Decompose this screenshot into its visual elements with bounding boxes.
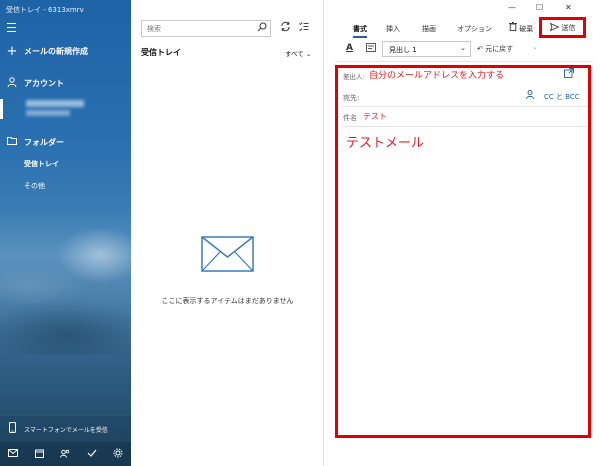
settings-icon[interactable] bbox=[110, 448, 126, 460]
to-divider bbox=[342, 106, 588, 107]
undo-icon: ↶ bbox=[477, 45, 483, 53]
sync-icon[interactable] bbox=[280, 21, 291, 35]
folder-item-inbox[interactable]: 受信トレイ bbox=[24, 159, 59, 169]
maximize-icon[interactable]: ☐ bbox=[536, 3, 543, 12]
text-format-icon[interactable]: A bbox=[346, 43, 353, 53]
discard-button[interactable]: 破棄 bbox=[509, 22, 533, 34]
message-body[interactable]: テストメール bbox=[346, 132, 424, 151]
background-image bbox=[0, 215, 131, 355]
search-input[interactable] bbox=[147, 23, 252, 35]
to-field[interactable] bbox=[359, 90, 519, 103]
current-folder-title: 受信トレイ bbox=[141, 48, 181, 57]
toolbar-divider bbox=[335, 61, 593, 62]
folder-item-other[interactable]: その他 bbox=[24, 181, 45, 191]
todo-icon[interactable] bbox=[84, 449, 100, 459]
window-title: 受信トレイ - 6313xmrv bbox=[6, 6, 84, 14]
get-mail-on-phone-button[interactable]: スマートフォンでメールを受信 bbox=[0, 416, 131, 442]
subject-divider bbox=[342, 126, 588, 127]
undo-label: 元に戻す bbox=[485, 45, 514, 53]
filter-dropdown[interactable]: すべて ⌄ bbox=[285, 48, 311, 58]
subject-label: 件名 bbox=[343, 114, 357, 122]
calendar-icon[interactable] bbox=[31, 449, 47, 460]
send-icon bbox=[549, 22, 560, 33]
popout-window-icon[interactable] bbox=[564, 68, 574, 81]
empty-folder-message: ここに表示するアイテムはまだありません bbox=[161, 297, 294, 305]
new-mail-button[interactable]: + メールの新規作成 bbox=[0, 41, 131, 61]
new-mail-label: メールの新規作成 bbox=[24, 46, 88, 56]
send-label: 送信 bbox=[561, 23, 576, 32]
selected-account-indicator bbox=[0, 99, 3, 119]
people-icon[interactable] bbox=[57, 449, 73, 460]
mail-icon[interactable] bbox=[5, 449, 21, 459]
plus-icon: + bbox=[6, 43, 18, 59]
message-list-pane: 受信トレイ すべて ⌄ ここに表示するアイテムはまだありません bbox=[131, 0, 324, 466]
heading-style-value: 見出し 1 bbox=[389, 46, 417, 54]
tab-insert[interactable]: 挿入 bbox=[386, 24, 400, 34]
app-switcher-bar bbox=[0, 442, 131, 466]
subject-field[interactable]: テスト bbox=[363, 111, 387, 122]
close-icon[interactable]: ✕ bbox=[565, 3, 572, 12]
tab-draw[interactable]: 描画 bbox=[422, 24, 436, 34]
empty-envelope-icon bbox=[201, 236, 254, 274]
trash-icon bbox=[509, 22, 519, 33]
compose-pane: — ☐ ✕ 書式 挿入 描画 オプション 破棄 送信 A 見出し 1 ⌄ ↶ 元… bbox=[325, 0, 600, 466]
navigation-pane: 受信トレイ - 6313xmrv + メールの新規作成 アカウント フォルダー … bbox=[0, 0, 131, 466]
tab-format[interactable]: 書式 bbox=[353, 24, 367, 38]
redo-chevron-icon[interactable]: ⌄ bbox=[532, 43, 538, 51]
contact-picker-icon[interactable] bbox=[526, 90, 534, 102]
phone-icon bbox=[0, 422, 24, 436]
person-icon bbox=[0, 76, 24, 90]
minimize-icon[interactable]: — bbox=[508, 3, 516, 12]
account-email-redacted bbox=[26, 110, 70, 116]
to-label: 宛先: bbox=[343, 94, 360, 102]
discard-label: 破棄 bbox=[519, 25, 534, 33]
paragraph-format-icon[interactable] bbox=[366, 43, 376, 55]
phone-label: スマートフォンでメールを受信 bbox=[24, 426, 108, 434]
account-name-redacted[interactable] bbox=[26, 100, 84, 107]
search-box[interactable] bbox=[141, 20, 271, 37]
hamburger-menu-icon[interactable] bbox=[7, 23, 19, 33]
folders-button[interactable]: フォルダー bbox=[0, 132, 131, 152]
selection-mode-icon[interactable] bbox=[299, 22, 309, 34]
accounts-label: アカウント bbox=[24, 78, 64, 88]
cc-bcc-button[interactable]: CC と BCC bbox=[544, 92, 580, 102]
folder-icon bbox=[0, 136, 24, 148]
from-field[interactable]: 自分のメールアドレスを入力する bbox=[369, 68, 504, 81]
folders-label: フォルダー bbox=[24, 137, 64, 147]
heading-style-dropdown[interactable]: 見出し 1 ⌄ bbox=[382, 41, 471, 57]
tab-options[interactable]: オプション bbox=[457, 24, 492, 34]
from-label: 差出人: bbox=[343, 73, 365, 81]
send-button[interactable]: 送信 bbox=[539, 17, 586, 38]
chevron-down-icon: ⌄ bbox=[460, 44, 466, 52]
search-icon[interactable] bbox=[257, 22, 267, 35]
accounts-button[interactable]: アカウント bbox=[0, 73, 131, 93]
